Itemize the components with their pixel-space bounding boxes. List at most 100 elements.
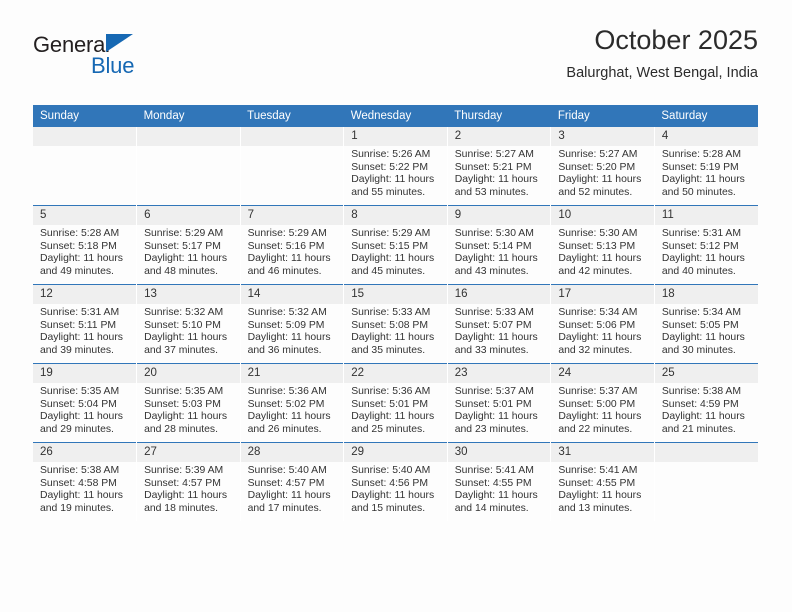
daylight-duration-line2: and 18 minutes.: [144, 502, 218, 514]
calendar-day-cell[interactable]: 20 Sunrise: 5:35 AM Sunset: 5:03 PM Dayligh…: [136, 363, 241, 443]
sunrise-time: Sunrise: 5:31 AM: [661, 228, 742, 239]
calendar-day-cell[interactable]: 9 Sunrise: 5:30 AM Sunset: 5:14 PM Daylight…: [446, 205, 551, 285]
daylight-duration-line2: and 28 minutes.: [144, 423, 218, 435]
calendar-day-cell[interactable]: 1 Sunrise: 5:26 AM Sunset: 5:22 PM Daylight…: [343, 127, 448, 206]
sunrise-time: Sunrise: 5:37 AM: [454, 386, 534, 397]
day-details: Sunrise: 5:29 AM Sunset: 5:15 PM Daylight:…: [344, 225, 447, 278]
day-details: Sunrise: 5:26 AM Sunset: 5:22 PM Daylight:…: [344, 146, 447, 199]
sunrise-time: Sunrise: 5:28 AM: [40, 228, 120, 239]
daylight-duration-line2: and 49 minutes.: [40, 265, 114, 277]
daylight-duration-line2: and 42 minutes.: [558, 265, 633, 277]
calendar-week-row: 5 Sunrise: 5:28 AM Sunset: 5:18 PM Daylight…: [33, 205, 758, 285]
calendar-day-cell[interactable]: 29 Sunrise: 5:40 AM Sunset: 4:56 PM Dayligh…: [343, 442, 448, 521]
calendar-day-cell-empty: [136, 127, 241, 206]
daylight-duration-line2: and 19 minutes.: [40, 502, 114, 514]
page-subtitle: Balurghat, West Bengal, India: [566, 65, 758, 81]
sunrise-time: Sunrise: 5:32 AM: [144, 307, 224, 318]
calendar-page: General Blue October 2025 Balurghat, Wes…: [0, 0, 792, 612]
calendar-day-cell[interactable]: 16 Sunrise: 5:33 AM Sunset: 5:07 PM Dayligh…: [446, 284, 551, 364]
daylight-duration-line2: and 15 minutes.: [351, 502, 426, 514]
day-number: 17: [551, 285, 654, 304]
sunrise-time: Sunrise: 5:37 AM: [558, 386, 638, 397]
daylight-duration-line1: Daylight: 11 hours: [247, 332, 331, 344]
day-number: 4: [654, 127, 758, 146]
sunset-time: Sunset: 4:55 PM: [558, 477, 636, 489]
weekday-header-tuesday: Tuesday: [240, 105, 344, 127]
daylight-duration-line1: Daylight: 11 hours: [661, 411, 745, 423]
calendar-day-cell[interactable]: 22 Sunrise: 5:36 AM Sunset: 5:01 PM Dayligh…: [343, 363, 448, 443]
day-details: Sunrise: 5:33 AM Sunset: 5:08 PM Daylight:…: [344, 304, 447, 357]
calendar-day-cell[interactable]: 3 Sunrise: 5:27 AM Sunset: 5:20 PM Daylight…: [550, 127, 655, 206]
calendar-day-cell[interactable]: 5 Sunrise: 5:28 AM Sunset: 5:18 PM Daylight…: [33, 205, 137, 285]
day-details: Sunrise: 5:35 AM Sunset: 5:04 PM Daylight:…: [33, 383, 136, 436]
calendar-day-cell[interactable]: 19 Sunrise: 5:35 AM Sunset: 5:04 PM Dayligh…: [33, 363, 137, 443]
day-number: 11: [654, 206, 758, 225]
sunrise-time: Sunrise: 5:30 AM: [558, 228, 638, 239]
day-details: Sunrise: 5:28 AM Sunset: 5:19 PM Daylight:…: [655, 146, 758, 199]
sunset-time: Sunset: 5:04 PM: [40, 398, 117, 410]
day-details: Sunrise: 5:31 AM Sunset: 5:12 PM Daylight:…: [655, 225, 758, 278]
calendar-day-cell[interactable]: 17 Sunrise: 5:34 AM Sunset: 5:06 PM Dayligh…: [550, 284, 655, 364]
calendar-day-cell[interactable]: 27 Sunrise: 5:39 AM Sunset: 4:57 PM Dayligh…: [136, 442, 241, 521]
calendar-day-cell[interactable]: 14 Sunrise: 5:32 AM Sunset: 5:09 PM Dayligh…: [239, 284, 344, 364]
day-details: Sunrise: 5:36 AM Sunset: 5:02 PM Daylight:…: [241, 383, 344, 436]
calendar-day-cell[interactable]: 12 Sunrise: 5:31 AM Sunset: 5:11 PM Dayligh…: [33, 284, 137, 364]
sunrise-time: Sunrise: 5:29 AM: [247, 228, 327, 239]
calendar-day-cell[interactable]: 11 Sunrise: 5:31 AM Sunset: 5:12 PM Dayligh…: [653, 205, 758, 285]
weekday-header-thursday: Thursday: [447, 105, 551, 127]
day-number: 23: [447, 364, 551, 383]
sunrise-time: Sunrise: 5:36 AM: [351, 386, 431, 397]
daylight-duration-line2: and 30 minutes.: [661, 344, 736, 356]
calendar-day-cell[interactable]: 25 Sunrise: 5:38 AM Sunset: 4:59 PM Dayligh…: [653, 363, 758, 443]
page-title: October 2025: [594, 25, 758, 55]
sunrise-time: Sunrise: 5:26 AM: [351, 149, 431, 160]
day-details: Sunrise: 5:34 AM Sunset: 5:06 PM Daylight:…: [551, 304, 654, 357]
day-details: Sunrise: 5:27 AM Sunset: 5:20 PM Daylight:…: [551, 146, 654, 199]
day-details: Sunrise: 5:33 AM Sunset: 5:07 PM Daylight:…: [448, 304, 551, 357]
calendar-day-cell[interactable]: 28 Sunrise: 5:40 AM Sunset: 4:57 PM Dayligh…: [239, 442, 344, 521]
calendar-day-cell[interactable]: 26 Sunrise: 5:38 AM Sunset: 4:58 PM Dayligh…: [33, 442, 137, 521]
sunset-time: Sunset: 5:21 PM: [454, 161, 532, 173]
daylight-duration-line1: Daylight: 11 hours: [40, 332, 123, 344]
day-number: 25: [654, 364, 758, 383]
calendar-day-cell[interactable]: 18 Sunrise: 5:34 AM Sunset: 5:05 PM Dayligh…: [653, 284, 758, 364]
calendar-day-cell[interactable]: 31 Sunrise: 5:41 AM Sunset: 4:55 PM Dayligh…: [550, 442, 655, 521]
daylight-duration-line2: and 43 minutes.: [454, 265, 529, 277]
page-header: General Blue October 2025 Balurghat, Wes…: [33, 24, 758, 96]
calendar-day-cell[interactable]: 13 Sunrise: 5:32 AM Sunset: 5:10 PM Dayligh…: [136, 284, 241, 364]
day-details: Sunrise: 5:35 AM Sunset: 5:03 PM Daylight:…: [137, 383, 240, 436]
day-number: 8: [344, 206, 447, 225]
day-number: 9: [447, 206, 551, 225]
day-number: 15: [344, 285, 447, 304]
calendar-day-cell[interactable]: 21 Sunrise: 5:36 AM Sunset: 5:02 PM Dayligh…: [239, 363, 344, 443]
sunrise-time: Sunrise: 5:27 AM: [454, 149, 534, 160]
sunrise-time: Sunrise: 5:41 AM: [558, 465, 638, 476]
sunset-time: Sunset: 5:17 PM: [144, 240, 221, 252]
sunset-time: Sunset: 5:19 PM: [661, 161, 739, 173]
calendar-day-cell[interactable]: 24 Sunrise: 5:37 AM Sunset: 5:00 PM Dayligh…: [550, 363, 655, 443]
daylight-duration-line2: and 32 minutes.: [558, 344, 633, 356]
sunrise-time: Sunrise: 5:29 AM: [144, 228, 224, 239]
calendar-day-cell[interactable]: 2 Sunrise: 5:27 AM Sunset: 5:21 PM Daylight…: [446, 127, 551, 206]
daylight-duration-line1: Daylight: 11 hours: [558, 174, 642, 186]
calendar-day-cell[interactable]: 7 Sunrise: 5:29 AM Sunset: 5:16 PM Daylight…: [239, 205, 344, 285]
calendar-week-row: 19 Sunrise: 5:35 AM Sunset: 5:04 PM Dayligh…: [33, 363, 758, 443]
general-blue-logo[interactable]: General Blue: [33, 32, 253, 88]
calendar-day-cell[interactable]: 6 Sunrise: 5:29 AM Sunset: 5:17 PM Daylight…: [136, 205, 241, 285]
daylight-duration-line1: Daylight: 11 hours: [144, 411, 228, 423]
title-block: October 2025 Balurghat, West Bengal, Ind…: [566, 24, 758, 83]
calendar-day-cell[interactable]: 23 Sunrise: 5:37 AM Sunset: 5:01 PM Dayligh…: [446, 363, 551, 443]
daylight-duration-line1: Daylight: 11 hours: [144, 332, 228, 344]
daylight-duration-line1: Daylight: 11 hours: [144, 490, 228, 502]
sunset-time: Sunset: 5:07 PM: [454, 319, 532, 331]
sunset-time: Sunset: 5:13 PM: [558, 240, 636, 252]
calendar-day-cell[interactable]: 30 Sunrise: 5:41 AM Sunset: 4:55 PM Dayligh…: [446, 442, 551, 521]
daylight-duration-line1: Daylight: 11 hours: [247, 490, 331, 502]
sunrise-time: Sunrise: 5:38 AM: [40, 465, 120, 476]
sunrise-time: Sunrise: 5:39 AM: [144, 465, 224, 476]
calendar-day-cell[interactable]: 4 Sunrise: 5:28 AM Sunset: 5:19 PM Daylight…: [653, 127, 758, 206]
calendar-day-cell[interactable]: 15 Sunrise: 5:33 AM Sunset: 5:08 PM Dayligh…: [343, 284, 448, 364]
calendar-day-cell[interactable]: 10 Sunrise: 5:30 AM Sunset: 5:13 PM Dayligh…: [550, 205, 655, 285]
calendar-day-cell[interactable]: 8 Sunrise: 5:29 AM Sunset: 5:15 PM Daylight…: [343, 205, 448, 285]
sunset-time: Sunset: 5:20 PM: [558, 161, 636, 173]
